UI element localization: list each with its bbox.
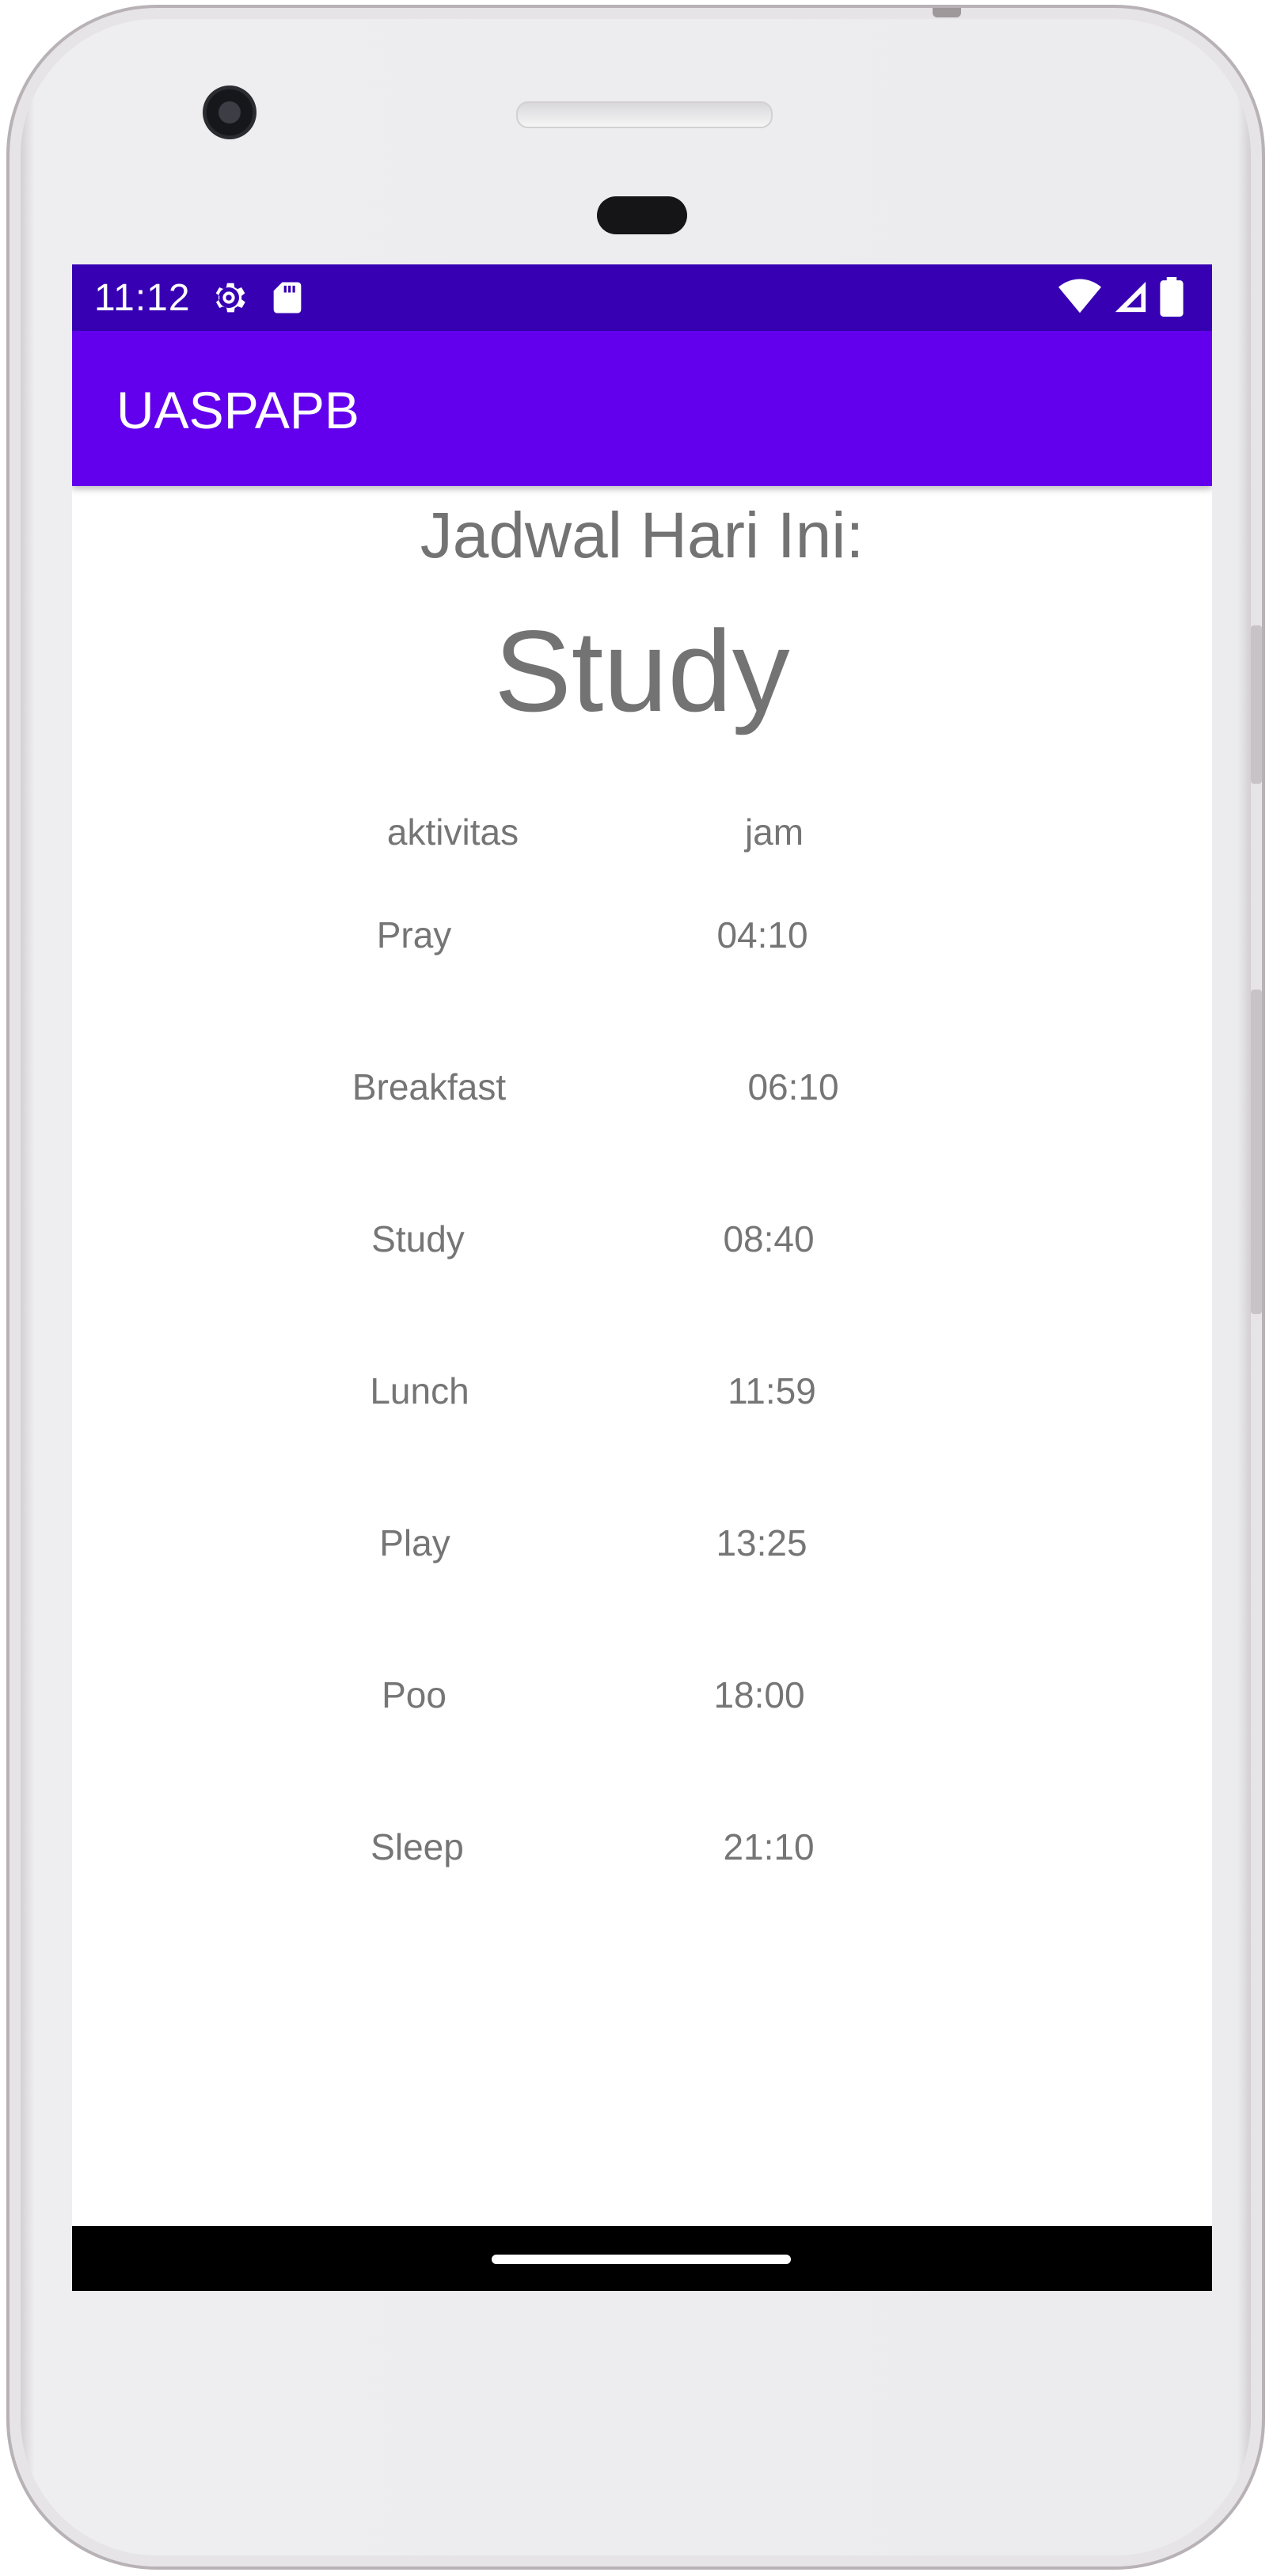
table-row-time: 04:10 — [716, 914, 808, 956]
wifi-icon — [1058, 278, 1101, 320]
table-row-activity: Study — [371, 1218, 465, 1260]
column-header-activity: aktivitas — [386, 811, 519, 853]
table-row-time: 08:40 — [723, 1218, 815, 1260]
device-screen: 11:12 UASPAPB Jadwal Hari Ini: Study akt… — [72, 264, 1212, 2291]
top-notch — [933, 8, 961, 17]
app-title: UASPAPB — [116, 381, 359, 439]
table-row-activity: Pray — [376, 914, 452, 956]
proximity-sensor — [597, 196, 687, 234]
earpiece-speaker — [516, 101, 773, 128]
status-time: 11:12 — [94, 276, 191, 319]
front-camera-icon — [203, 85, 256, 139]
home-gesture-handle[interactable] — [492, 2255, 791, 2264]
volume-rocker[interactable] — [1251, 990, 1262, 1314]
table-row-activity: Lunch — [370, 1370, 469, 1411]
table-row-time: 18:00 — [713, 1674, 805, 1715]
table-row-activity: Sleep — [370, 1826, 464, 1867]
schedule-heading: Jadwal Hari Ini: — [420, 500, 864, 572]
table-row-activity: Breakfast — [352, 1066, 507, 1108]
table-row-time: 21:10 — [723, 1826, 815, 1867]
battery-icon — [1160, 277, 1184, 321]
navigation-bar — [72, 2226, 1212, 2291]
table-row-activity: Poo — [382, 1674, 446, 1715]
sd-card-icon — [267, 277, 308, 318]
table-row-time: 13:25 — [716, 1522, 808, 1563]
current-activity: Study — [494, 606, 790, 735]
table-row-activity: Play — [379, 1522, 450, 1563]
table-row-time: 06:10 — [747, 1066, 839, 1108]
settings-gear-icon — [208, 277, 249, 318]
table-row-time: 11:59 — [728, 1370, 816, 1411]
power-button[interactable] — [1251, 625, 1262, 784]
cell-signal-icon — [1112, 279, 1149, 319]
phone-frame: 11:12 UASPAPB Jadwal Hari Ini: Study akt… — [6, 5, 1265, 2570]
status-icons-right — [1058, 277, 1184, 321]
app-bar: UASPAPB — [72, 331, 1212, 486]
column-header-time: jam — [744, 811, 804, 853]
status-bar: 11:12 — [72, 264, 1212, 331]
